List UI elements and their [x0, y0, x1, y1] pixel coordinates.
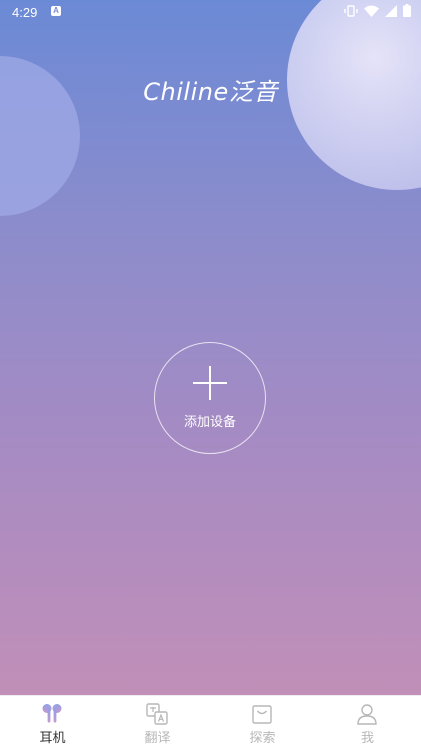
tab-label: 我 [360, 731, 374, 746]
status-icons [344, 4, 411, 17]
tab-label: 耳机 [39, 731, 66, 746]
bottom-tab-bar: 耳机 翻译 探索 我 [0, 695, 421, 748]
add-device-button[interactable]: 添加设备 [154, 342, 266, 454]
shopping-bag-icon [252, 705, 272, 724]
tab-earbuds[interactable]: 耳机 [0, 696, 105, 749]
translate-icon [146, 703, 168, 725]
home-screen: 4:29 A Chiline泛音 添加设备 [0, 0, 421, 695]
status-bar: 4:29 A [0, 0, 421, 24]
person-icon [357, 704, 377, 725]
notification-icon: A [51, 6, 61, 16]
brand-logo: Chiline泛音 [143, 78, 278, 106]
battery-icon [403, 4, 411, 17]
tab-label: 探索 [249, 731, 276, 746]
tab-label: 翻译 [144, 731, 171, 746]
tab-explore[interactable]: 探索 [210, 696, 315, 749]
add-device-label: 添加设备 [183, 415, 236, 430]
plus-icon [193, 366, 227, 400]
signal-icon [385, 4, 397, 17]
tab-translate[interactable]: 翻译 [105, 696, 210, 749]
earbuds-icon [42, 704, 62, 723]
status-time: 4:29 [12, 5, 38, 20]
vibrate-icon [344, 4, 358, 17]
tab-me[interactable]: 我 [315, 696, 420, 749]
wifi-icon [364, 5, 379, 17]
